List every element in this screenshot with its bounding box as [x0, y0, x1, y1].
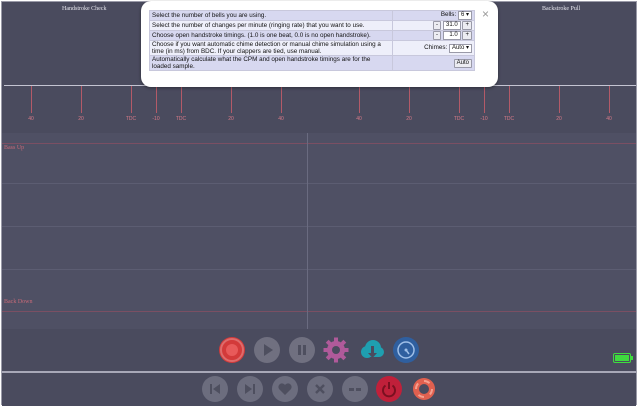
plot-bottom-label: Back Down: [4, 299, 33, 305]
settings-button[interactable]: [323, 337, 349, 363]
pause-button[interactable]: [289, 337, 315, 363]
plot-area: Bass Up Back Down: [2, 133, 636, 329]
handstroke-decrement-button[interactable]: -: [432, 31, 441, 40]
rate-decrement-button[interactable]: -: [432, 21, 441, 30]
right-timing-scale: 40 20 TDC -10 TDC 20 40: [334, 85, 636, 123]
scale-label: -10: [152, 116, 160, 122]
setting-description: Select the number of bells you are using…: [149, 10, 393, 21]
chimes-label: Chimes:: [424, 43, 448, 51]
help-button[interactable]: [411, 376, 437, 402]
setting-description: Select the number of changes per minute …: [149, 20, 393, 31]
close-button[interactable]: [307, 376, 333, 402]
record-icon: [220, 338, 244, 362]
setting-description: Choose if you want automatic chime detec…: [149, 40, 393, 56]
heart-icon: [278, 383, 292, 395]
scale-label: 20: [406, 116, 412, 122]
record-button[interactable]: [219, 337, 245, 363]
scale-label: -10: [480, 116, 488, 122]
scale-label: 20: [556, 116, 562, 122]
handstroke-field[interactable]: 1.0: [442, 31, 461, 40]
auto-calculate-button[interactable]: Auto: [453, 58, 472, 68]
download-button[interactable]: [358, 337, 384, 363]
scale-label: TDC: [453, 116, 465, 122]
right-panel-title: Backstroke Pull: [542, 6, 581, 12]
scale-label: 40: [278, 116, 284, 122]
gauge-button[interactable]: [393, 337, 419, 363]
left-panel-title: Handstroke Check: [62, 6, 107, 12]
scale-label: 20: [78, 116, 84, 122]
minus-icon: [349, 388, 361, 391]
gauge-icon: [397, 341, 415, 359]
skip-back-icon: [210, 384, 220, 394]
favorite-button[interactable]: [272, 376, 298, 402]
handstroke-increment-button[interactable]: +: [462, 31, 472, 40]
scale-label: TDC: [503, 116, 515, 122]
setting-row-open-handstroke: Choose open handstroke timings. (1.0 is …: [149, 30, 475, 41]
play-icon: [264, 344, 273, 356]
scale-label: 40: [356, 116, 362, 122]
power-button[interactable]: [376, 376, 402, 402]
setting-row-auto-calc: Automatically calculate what the CPM and…: [149, 55, 475, 71]
scale-label: 20: [228, 116, 234, 122]
dialog-close-icon[interactable]: ×: [482, 8, 489, 20]
scale-label: 40: [28, 116, 34, 122]
setting-row-rate: Select the number of changes per minute …: [149, 20, 475, 31]
setting-description: Automatically calculate what the CPM and…: [149, 55, 393, 71]
bells-label: Bells:: [440, 11, 457, 18]
power-icon: [382, 382, 396, 398]
cloud-download-icon: [361, 340, 384, 358]
primary-controls: [2, 329, 636, 371]
gear-icon: [323, 337, 349, 363]
left-timing-scale: 40 20 TDC -10 TDC 20 40: [4, 85, 308, 123]
bells-select[interactable]: 6 ▾: [457, 11, 472, 20]
setting-row-bells: Select the number of bells you are using…: [149, 10, 475, 21]
pause-icon: [298, 345, 306, 355]
settings-table: Select the number of bells you are using…: [149, 10, 475, 71]
chimes-select[interactable]: Auto ▾: [448, 43, 472, 53]
setting-description: Choose open handstroke timings. (1.0 is …: [149, 30, 393, 41]
scale-label: TDC: [125, 116, 137, 122]
settings-dialog: × Select the number of bells you are usi…: [141, 1, 498, 87]
rate-field[interactable]: 31.0: [442, 21, 461, 30]
rate-increment-button[interactable]: +: [462, 21, 472, 30]
close-icon: [315, 384, 325, 394]
minus-button[interactable]: [342, 376, 368, 402]
battery-icon: [613, 353, 633, 363]
play-button[interactable]: [254, 337, 280, 363]
skip-forward-button[interactable]: [237, 376, 263, 402]
scale-label: TDC: [175, 116, 187, 122]
lifebuoy-icon: [413, 378, 435, 400]
setting-row-chimes: Choose if you want automatic chime detec…: [149, 40, 475, 56]
skip-back-button[interactable]: [202, 376, 228, 402]
plot-top-label: Bass Up: [4, 145, 25, 151]
secondary-controls: [2, 373, 636, 406]
skip-forward-icon: [245, 384, 255, 394]
scale-label: 40: [606, 116, 612, 122]
